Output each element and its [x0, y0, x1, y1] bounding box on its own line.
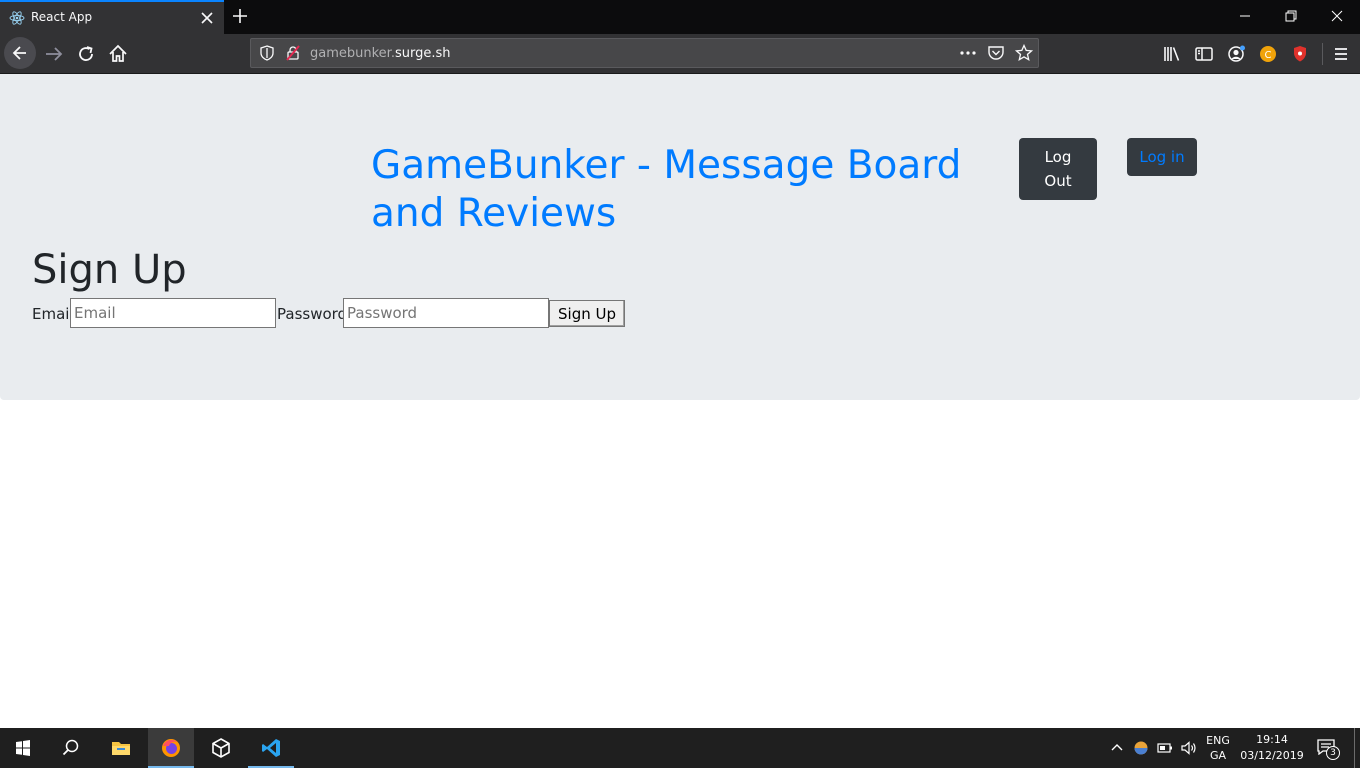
clock-time: 19:14	[1256, 733, 1288, 746]
email-label: Email	[32, 305, 74, 323]
library-icon[interactable]	[1160, 42, 1184, 66]
search-button[interactable]	[48, 728, 94, 768]
vscode-icon	[262, 739, 280, 757]
signup-submit-button[interactable]: Sign Up	[549, 300, 625, 327]
url-bar[interactable]: gamebunker.surge.sh	[250, 38, 1039, 68]
url-host: surge.sh	[394, 46, 451, 61]
login-button[interactable]: Log in	[1127, 138, 1197, 176]
start-icon	[16, 740, 30, 756]
battery-icon[interactable]	[1156, 739, 1174, 757]
site-title[interactable]: GameBunker - Message Board and Reviews	[371, 142, 1011, 238]
back-button[interactable]	[4, 37, 36, 69]
restore-icon[interactable]	[1284, 9, 1298, 23]
taskbar-unity[interactable]	[198, 728, 244, 768]
svg-text:C: C	[1265, 50, 1272, 61]
signup-heading: Sign Up	[32, 247, 187, 293]
tab-react-app[interactable]: React App	[0, 0, 224, 34]
sidebar-icon[interactable]	[1192, 42, 1216, 66]
file-explorer-icon	[112, 742, 130, 755]
url-text[interactable]: gamebunker.surge.sh	[310, 46, 451, 61]
unity-icon	[212, 738, 230, 758]
password-label: Password	[277, 305, 348, 323]
more-icon[interactable]	[959, 45, 977, 61]
language-line-1: ENG	[1206, 734, 1230, 747]
firefox-icon	[162, 739, 180, 757]
close-tab-icon[interactable]	[199, 10, 215, 26]
bookmark-star-icon[interactable]	[1015, 44, 1033, 62]
tab-title: React App	[31, 10, 93, 24]
extension-shield-icon[interactable]	[1288, 42, 1312, 66]
login-label: Log in	[1139, 148, 1185, 166]
network-app-icon[interactable]	[1132, 739, 1150, 757]
back-icon	[12, 46, 26, 60]
extension-c-icon[interactable]: C	[1256, 42, 1280, 66]
clock[interactable]: 19:14 03/12/2019	[1236, 732, 1308, 764]
site-info-icon[interactable]	[285, 45, 301, 61]
account-icon[interactable]	[1224, 42, 1248, 66]
search-icon	[62, 739, 79, 756]
tab-strip: React App	[0, 0, 1360, 34]
taskbar-file-explorer[interactable]	[98, 728, 144, 768]
url-prefix: gamebunker.	[310, 46, 395, 61]
taskbar-vscode[interactable]	[248, 728, 294, 768]
shield-icon[interactable]	[259, 45, 275, 61]
close-window-icon[interactable]	[1330, 9, 1344, 23]
page-viewport: GameBunker - Message Board and Reviews L…	[0, 74, 1360, 728]
clock-date: 03/12/2019	[1240, 749, 1304, 762]
language-line-2: GA	[1209, 749, 1227, 762]
windows-taskbar: ENG GA 19:14 03/12/2019 3	[0, 728, 1360, 768]
password-field[interactable]	[343, 298, 549, 328]
navigation-toolbar: gamebunker.surge.sh C	[0, 34, 1360, 74]
reload-icon[interactable]	[74, 42, 98, 66]
email-field[interactable]	[70, 298, 276, 328]
toolbar-divider	[1322, 43, 1323, 65]
logout-button[interactable]: Log Out	[1019, 138, 1097, 200]
new-tab-icon[interactable]	[232, 8, 248, 24]
react-icon	[9, 11, 25, 25]
forward-icon[interactable]	[42, 42, 66, 66]
show-desktop-divider[interactable]	[1354, 728, 1355, 768]
start-button[interactable]	[0, 728, 46, 768]
menu-icon[interactable]	[1329, 42, 1353, 66]
volume-icon[interactable]	[1180, 739, 1198, 757]
home-icon[interactable]	[106, 42, 130, 66]
taskbar-firefox[interactable]	[148, 728, 194, 768]
notification-count-badge: 3	[1326, 746, 1340, 760]
minimize-icon[interactable]	[1238, 9, 1252, 23]
language-indicator[interactable]: ENG GA	[1202, 733, 1234, 763]
action-center-button[interactable]: 3	[1316, 738, 1342, 760]
show-hidden-icons-icon[interactable]	[1108, 739, 1126, 757]
jumbotron: GameBunker - Message Board and Reviews L…	[0, 74, 1360, 400]
logout-label: Log Out	[1044, 148, 1072, 190]
pocket-icon[interactable]	[987, 45, 1005, 61]
